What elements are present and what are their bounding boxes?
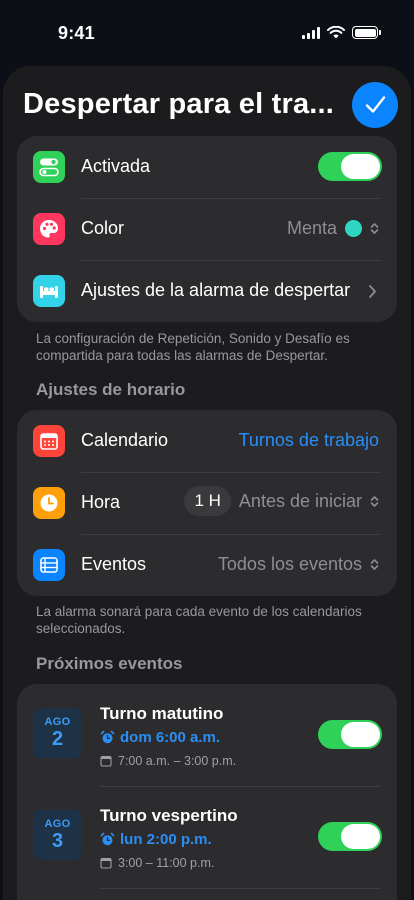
activada-toggle[interactable] bbox=[318, 152, 382, 181]
color-label: Color bbox=[81, 218, 125, 238]
sheet-header: Despertar para el tra... bbox=[3, 66, 411, 138]
schedule-card: Calendario Turnos de trabajo Hora 1 H An… bbox=[17, 410, 397, 596]
activada-row: Activada bbox=[17, 136, 397, 198]
time-value: 1 H Antes de iniciar bbox=[184, 486, 379, 516]
status-icons bbox=[302, 26, 381, 39]
calendar-value[interactable]: Turnos de trabajo bbox=[239, 430, 379, 451]
alarm-clock-icon bbox=[100, 730, 115, 744]
alarm-settings-card: Activada Color Menta Ajustes de la alarm… bbox=[17, 136, 397, 322]
chevron-up-down-icon bbox=[370, 559, 379, 570]
event-item[interactable]: AGO 2 Turno matutino dom 6:00 a.m. 7:00 … bbox=[17, 684, 397, 786]
alarm-sheet: Despertar para el tra... Activada Color … bbox=[3, 66, 411, 900]
wake-settings-label: Ajustes de la alarma de despertar bbox=[81, 280, 351, 300]
activada-label: Activada bbox=[81, 156, 151, 176]
calendar-small-icon bbox=[100, 857, 112, 869]
event-title: Turno matutino bbox=[100, 704, 224, 723]
upcoming-header: Próximos eventos bbox=[36, 654, 183, 673]
event-time-range: 3:00 – 11:00 p.m. bbox=[118, 856, 215, 870]
chevron-right-icon bbox=[369, 285, 376, 298]
event-title: Turno vespertino bbox=[100, 806, 238, 825]
palette-icon bbox=[33, 213, 65, 245]
calendar-row[interactable]: Calendario Turnos de trabajo bbox=[17, 410, 397, 472]
status-bar: 9:41 bbox=[0, 0, 414, 62]
event-alarm: lun 2:00 p.m. bbox=[100, 831, 212, 848]
chevron-up-down-icon bbox=[370, 495, 379, 507]
color-row[interactable]: Color Menta bbox=[17, 198, 397, 260]
bed-icon bbox=[33, 275, 65, 307]
toggles-icon bbox=[33, 151, 65, 183]
event-time-range: 7:00 a.m. – 3:00 p.m. bbox=[118, 754, 237, 768]
color-swatch bbox=[345, 220, 362, 237]
status-time: 9:41 bbox=[58, 23, 95, 43]
wifi-icon bbox=[327, 26, 345, 39]
events-value[interactable]: Todos los eventos bbox=[218, 554, 379, 575]
calendar-label: Calendario bbox=[81, 430, 169, 450]
event-alarm-time: lun 2:00 p.m. bbox=[120, 831, 212, 848]
upcoming-events-card: AGO 2 Turno matutino dom 6:00 a.m. 7:00 … bbox=[17, 684, 397, 900]
settings-footnote: La configuración de Repetición, Sonido y… bbox=[36, 331, 350, 363]
event-item[interactable]: AGO 3 Turno vespertino lun 2:00 p.m. 3:0… bbox=[17, 786, 397, 888]
events-list-icon bbox=[33, 549, 65, 581]
alarm-clock-icon bbox=[100, 832, 115, 846]
event-alarm-time: dom 6:00 a.m. bbox=[120, 729, 221, 746]
time-label: Hora bbox=[81, 492, 121, 512]
clock-icon bbox=[33, 487, 65, 519]
event-time: 3:00 – 11:00 p.m. bbox=[100, 856, 214, 870]
calendar-small-icon bbox=[100, 755, 112, 767]
event-month: AGO bbox=[44, 818, 71, 830]
events-label: Eventos bbox=[81, 554, 147, 574]
cellular-signal-icon bbox=[302, 26, 320, 39]
wake-settings-row[interactable]: Ajustes de la alarma de despertar bbox=[17, 260, 397, 322]
events-row[interactable]: Eventos Todos los eventos bbox=[17, 534, 397, 596]
battery-icon bbox=[352, 26, 381, 39]
chevron-up-down-icon bbox=[370, 223, 379, 234]
time-relation-select[interactable]: Antes de iniciar bbox=[239, 490, 362, 512]
time-offset-pill[interactable]: 1 H bbox=[184, 486, 231, 516]
event-month: AGO bbox=[44, 716, 71, 728]
schedule-footnote: La alarma sonará para cada evento de los… bbox=[36, 604, 362, 636]
event-date-badge: AGO 2 bbox=[33, 708, 82, 758]
calendar-icon bbox=[33, 425, 65, 457]
event-date-badge: AGO 3 bbox=[33, 810, 82, 860]
event-alarm: dom 6:00 a.m. bbox=[100, 729, 220, 746]
event-alarm-toggle[interactable] bbox=[318, 720, 382, 749]
done-button[interactable] bbox=[352, 82, 398, 128]
sheet-title: Despertar para el tra... bbox=[23, 88, 335, 120]
schedule-header: Ajustes de horario bbox=[36, 380, 186, 399]
divider bbox=[100, 888, 381, 889]
color-value: Menta bbox=[287, 218, 379, 239]
event-alarm-toggle[interactable] bbox=[318, 822, 382, 851]
event-day: 2 bbox=[51, 728, 64, 750]
event-time: 7:00 a.m. – 3:00 p.m. bbox=[100, 754, 236, 768]
event-day: 3 bbox=[51, 830, 64, 852]
events-value-text: Todos los eventos bbox=[217, 554, 362, 574]
time-row: Hora 1 H Antes de iniciar bbox=[17, 472, 397, 534]
checkmark-icon bbox=[365, 96, 386, 113]
color-value-text: Menta bbox=[286, 218, 337, 238]
